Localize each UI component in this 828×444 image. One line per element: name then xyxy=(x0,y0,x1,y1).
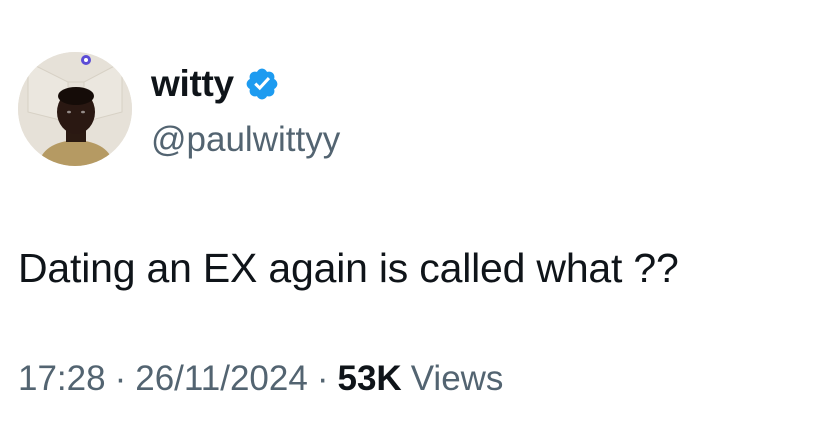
tweet-time[interactable]: 17:28 xyxy=(18,357,106,401)
display-name[interactable]: witty xyxy=(151,62,234,106)
tweet-text: Dating an EX again is called what ?? xyxy=(18,245,679,291)
views-label[interactable]: Views xyxy=(411,357,504,401)
user-handle[interactable]: @paulwittyy xyxy=(151,119,340,161)
views-count[interactable]: 53K xyxy=(337,357,401,401)
author-info: witty @paulwittyy xyxy=(151,62,340,161)
meta-separator: · xyxy=(316,359,329,398)
avatar-photo xyxy=(18,52,132,166)
name-row: witty xyxy=(151,62,340,106)
tweet-meta: 17:28 · 26/11/2024 · 53K Views xyxy=(18,357,503,401)
tweet-card: witty @paulwittyy Dating an EX again is … xyxy=(0,0,828,444)
meta-separator: · xyxy=(114,359,127,398)
verified-badge-icon[interactable] xyxy=(244,66,280,102)
tweet-date[interactable]: 26/11/2024 xyxy=(135,357,308,401)
avatar[interactable] xyxy=(18,52,132,166)
verified-badge-svg xyxy=(246,68,278,100)
